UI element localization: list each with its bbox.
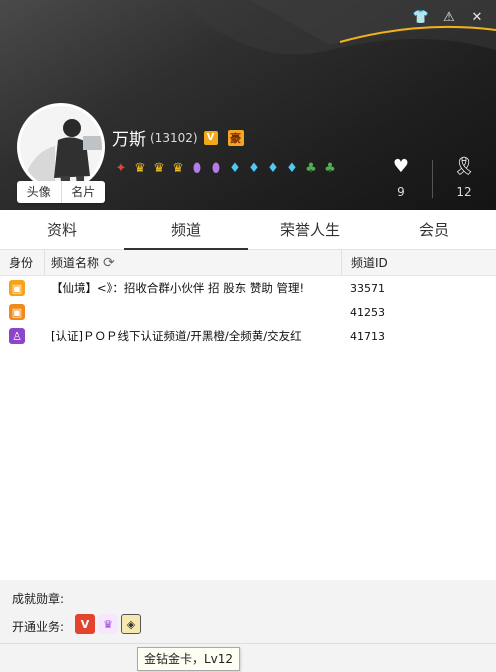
tab-profile[interactable]: 资料 bbox=[0, 210, 124, 249]
shield-icon[interactable]: ⬮ bbox=[207, 159, 225, 177]
services-label: 开通业务: bbox=[12, 620, 65, 634]
table-row[interactable]: ▣ 【仙境】<》：招收合群小伙伴 招 股东 赞助 管理! 33571 bbox=[0, 276, 496, 300]
close-icon[interactable]: ✕ bbox=[466, 6, 488, 28]
gift-icon: ▣ bbox=[9, 304, 25, 320]
avatar[interactable] bbox=[17, 103, 105, 191]
award-ribbon-icon: 🎗 bbox=[452, 156, 476, 177]
channel-name[interactable]: [认证]ＰＯＰ线下认证频道/开黑橙/全频黄/交友红 bbox=[44, 328, 341, 344]
v-service-icon[interactable]: V bbox=[75, 614, 95, 634]
crown-icon[interactable]: ♛ bbox=[169, 159, 187, 177]
shield-icon[interactable]: ⬮ bbox=[188, 159, 206, 177]
gift-icon: ▣ bbox=[9, 280, 25, 296]
user-id: (13102) bbox=[150, 130, 198, 145]
stat-divider bbox=[432, 160, 433, 198]
clover-icon[interactable]: ♣ bbox=[302, 159, 320, 177]
table-row[interactable]: ▣ 41253 bbox=[0, 300, 496, 324]
diamond-icon[interactable]: ♦ bbox=[283, 159, 301, 177]
user-name: 万斯 bbox=[112, 130, 146, 150]
table-row[interactable]: ♙ [认证]ＰＯＰ线下认证频道/开黑橙/全频黄/交友红 41713 bbox=[0, 324, 496, 348]
warning-icon[interactable]: ⚠ bbox=[438, 6, 460, 28]
avatar-buttons: 头像 名片 bbox=[17, 181, 105, 203]
channel-id: 41713 bbox=[350, 329, 385, 343]
card-button[interactable]: 名片 bbox=[60, 181, 106, 203]
likes-stat[interactable]: ♥ 9 bbox=[381, 156, 421, 199]
header-channel-name-label: 频道名称 bbox=[51, 256, 100, 270]
avatar-button[interactable]: 头像 bbox=[17, 181, 61, 203]
profile-header: 👕 ⚠ ✕ 头像 名片 万斯 (13102) V 豪 ✦ ♛ ♛ ♛ ⬮ ⬮ ♦… bbox=[0, 0, 496, 210]
skin-shirt-icon[interactable]: 👕 bbox=[410, 6, 432, 28]
awards-stat[interactable]: 🎗 12 bbox=[444, 156, 484, 199]
diamond-icon[interactable]: ♦ bbox=[245, 159, 263, 177]
footer-divider bbox=[0, 643, 496, 644]
header-role[interactable]: 身份 bbox=[0, 254, 44, 271]
tooltip: 金钻金卡，Lv12 bbox=[137, 647, 241, 671]
header-channel-id[interactable]: 频道ID bbox=[341, 249, 388, 276]
member-icon: ♙ bbox=[9, 328, 25, 344]
channel-id: 41253 bbox=[350, 305, 385, 319]
achievements-label: 成就勋章: bbox=[12, 592, 65, 606]
channel-name[interactable]: 【仙境】<》：招收合群小伙伴 招 股东 赞助 管理! bbox=[44, 280, 341, 296]
table-header: 身份 频道名称 ⟳ 频道ID bbox=[0, 249, 496, 276]
gold-diamond-card-icon[interactable]: ◈ bbox=[121, 614, 141, 634]
medal-list: ✦ ♛ ♛ ♛ ⬮ ⬮ ♦ ♦ ♦ ♦ ♣ ♣ bbox=[112, 159, 339, 177]
likes-count: 9 bbox=[397, 185, 405, 199]
heart-icon: ♥ bbox=[392, 156, 410, 177]
v-badge-icon[interactable]: V bbox=[203, 130, 218, 145]
hao-badge-icon[interactable]: 豪 bbox=[227, 129, 244, 146]
tab-channel[interactable]: 频道 bbox=[124, 210, 248, 250]
wing-badge-icon[interactable]: ✦ bbox=[112, 159, 130, 177]
refresh-icon[interactable]: ⟳ bbox=[103, 255, 115, 271]
crown-icon[interactable]: ♛ bbox=[131, 159, 149, 177]
channel-table: 身份 频道名称 ⟳ 频道ID ▣ 【仙境】<》：招收合群小伙伴 招 股东 赞助 … bbox=[0, 249, 496, 580]
tab-bar: 资料 频道 荣誉人生 会员 bbox=[0, 210, 496, 250]
tab-honor[interactable]: 荣誉人生 bbox=[248, 210, 372, 249]
footer: 成就勋章: 开通业务: V ♛ ◈ bbox=[0, 580, 496, 672]
channel-id: 33571 bbox=[350, 281, 385, 295]
diamond-icon[interactable]: ♦ bbox=[226, 159, 244, 177]
purple-service-icon[interactable]: ♛ bbox=[98, 614, 118, 634]
service-icons: V ♛ ◈ bbox=[75, 614, 141, 634]
crown-icon[interactable]: ♛ bbox=[150, 159, 168, 177]
header-channel-name[interactable]: 频道名称 ⟳ bbox=[44, 249, 341, 276]
clover-icon[interactable]: ♣ bbox=[321, 159, 339, 177]
awards-count: 12 bbox=[456, 185, 472, 199]
tab-member[interactable]: 会员 bbox=[372, 210, 496, 249]
diamond-icon[interactable]: ♦ bbox=[264, 159, 282, 177]
